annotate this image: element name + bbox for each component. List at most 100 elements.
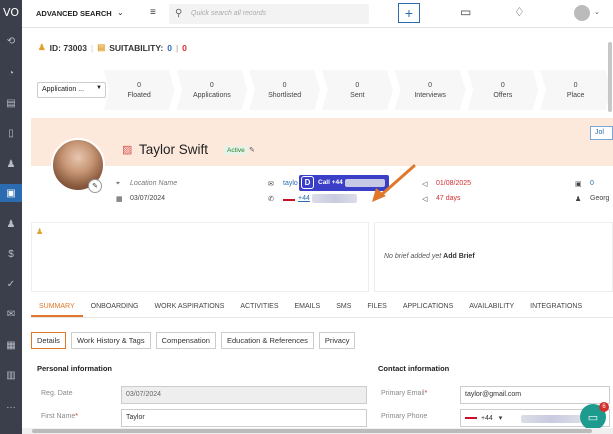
- subtab-work-history[interactable]: Work History & Tags: [70, 332, 151, 349]
- application-select-value: Application ...: [42, 86, 85, 93]
- stage-sent[interactable]: 0 Sent: [322, 70, 393, 110]
- tab-availability[interactable]: AVAILABILITY: [461, 298, 522, 317]
- person-icon: ♟: [575, 196, 582, 203]
- suitability-value-b[interactable]: 0: [182, 43, 187, 53]
- user-avatar[interactable]: [574, 5, 590, 21]
- check-circle-icon[interactable]: ✓: [0, 275, 22, 293]
- scroll-thumb[interactable]: [608, 42, 612, 112]
- person-icon: ♟: [38, 42, 46, 52]
- app-logo[interactable]: VO: [0, 2, 22, 22]
- available-date: 01/08/2025: [436, 180, 472, 187]
- horizontal-scrollbar[interactable]: [22, 428, 613, 434]
- primary-email-field[interactable]: taylor@gmail.com: [460, 386, 610, 404]
- stage-count: 0: [500, 81, 505, 89]
- tab-onboarding[interactable]: ONBOARDING: [83, 298, 147, 317]
- stage-applications[interactable]: 0 Applications: [176, 70, 248, 110]
- tab-work-aspirations[interactable]: WORK ASPIRATIONS: [147, 298, 233, 317]
- call-label: Call +44: [318, 179, 343, 186]
- add-button[interactable]: +: [398, 3, 420, 23]
- subtab-compensation[interactable]: Compensation: [155, 332, 216, 349]
- stage-placed[interactable]: 0 Place: [540, 70, 611, 110]
- document-icon[interactable]: ▯: [0, 124, 22, 142]
- tab-integrations[interactable]: INTEGRATIONS: [522, 298, 590, 317]
- calendar-icon[interactable]: ▦: [0, 336, 22, 354]
- primary-phone-label: Primary Phone: [381, 413, 428, 420]
- filter-icon[interactable]: ≡: [150, 7, 156, 18]
- app-root: VO ⟲ ◔ ▤ ▯ ♟ ▣ ♟ $ ✓ ✉ ▦ ▥ … ADVANCED SE…: [0, 0, 613, 434]
- divider: |: [175, 42, 179, 53]
- briefcase-icon: ▣: [575, 181, 582, 188]
- chevron-down-icon[interactable]: ⌄: [117, 8, 124, 17]
- tab-activities[interactable]: ACTIVITIES: [232, 298, 286, 317]
- location-name: Location Name: [130, 180, 178, 187]
- tab-emails[interactable]: EMAILS: [287, 298, 329, 317]
- uk-flag-icon: [283, 196, 295, 204]
- briefcase-icon[interactable]: ▣: [0, 184, 22, 202]
- phone-link[interactable]: +44: [298, 195, 310, 202]
- search-input[interactable]: ⚲ Quick search all records: [169, 4, 369, 24]
- redacted-phone: [312, 194, 357, 203]
- record-id: ID: 73003: [49, 42, 87, 53]
- record-tabs: SUMMARY ONBOARDING WORK ASPIRATIONS ACTI…: [31, 298, 613, 318]
- person-icon[interactable]: ♟: [0, 215, 22, 233]
- history-icon[interactable]: ⟲: [0, 32, 22, 50]
- subtab-privacy[interactable]: Privacy: [318, 332, 356, 349]
- tab-applications[interactable]: APPLICATIONS: [395, 298, 461, 317]
- edit-status-icon[interactable]: ✎: [249, 146, 255, 154]
- tab-files[interactable]: FILES: [359, 298, 394, 317]
- mail-icon[interactable]: ✉: [0, 305, 22, 323]
- scroll-thumb[interactable]: [32, 429, 592, 433]
- clipboard-icon: ▤: [97, 42, 106, 52]
- created-date: 03/07/2024: [130, 195, 166, 202]
- tab-summary[interactable]: SUMMARY: [31, 298, 83, 317]
- stage-label: Interviews: [414, 91, 446, 99]
- stage-floated[interactable]: 0 Floated: [103, 70, 175, 110]
- first-name-label: First Name*: [41, 413, 78, 420]
- bell-icon[interactable]: ♢: [514, 5, 525, 19]
- suitability-value-a[interactable]: 0: [167, 43, 172, 53]
- record-id-bar: ♟ ID: 73003 | ▤ SUITABILITY: 0 | 0: [38, 42, 187, 53]
- stage-label: Sent: [350, 91, 365, 99]
- chevron-down-icon: ▼: [96, 85, 102, 91]
- stage-count: 0: [428, 81, 433, 89]
- stage-count: 0: [573, 81, 578, 89]
- required-marker: *: [424, 390, 428, 397]
- add-brief-link[interactable]: Add Brief: [443, 253, 475, 260]
- edit-photo-icon[interactable]: ✎: [88, 179, 102, 193]
- status-badge: Active: [224, 146, 248, 155]
- dollar-icon[interactable]: $: [0, 245, 22, 263]
- tab-sms[interactable]: SMS: [328, 298, 359, 317]
- email-link[interactable]: taylo: [283, 180, 298, 187]
- primary-email-label: Primary Email*: [381, 390, 427, 397]
- chart-icon[interactable]: ▥: [0, 366, 22, 384]
- advanced-search-button[interactable]: ADVANCED SEARCH: [36, 9, 112, 18]
- cv-file-icon[interactable]: ▨: [122, 143, 132, 156]
- brief-text: No brief added yet Add Brief: [384, 253, 475, 260]
- more-icon[interactable]: …: [0, 396, 22, 414]
- people-icon[interactable]: ♟: [0, 155, 22, 173]
- subtab-details[interactable]: Details: [31, 332, 66, 349]
- megaphone-icon: ◁: [422, 196, 428, 203]
- suitability-label: SUITABILITY:: [109, 42, 164, 53]
- first-name-field[interactable]: Taylor: [121, 409, 367, 427]
- location-icon: ⌖: [116, 180, 120, 187]
- chevron-down-icon[interactable]: ⌄: [594, 8, 600, 16]
- stage-shortlisted[interactable]: 0 Shortlisted: [249, 70, 320, 110]
- stage-label: Applications: [193, 91, 231, 99]
- megaphone-icon: ◁: [422, 181, 428, 188]
- jobs-count[interactable]: 0: [590, 180, 594, 187]
- first-name-label-text: First Name: [41, 413, 76, 420]
- phone-code: +44: [480, 415, 493, 422]
- stage-offers[interactable]: 0 Offers: [467, 70, 539, 110]
- stage-interviews[interactable]: 0 Interviews: [394, 70, 466, 110]
- clipboard-icon[interactable]: ▤: [0, 94, 22, 112]
- chevron-down-icon[interactable]: ▾: [499, 415, 503, 422]
- sidebar: VO ⟲ ◔ ▤ ▯ ♟ ▣ ♟ $ ✓ ✉ ▦ ▥ …: [0, 0, 22, 434]
- divider: |: [90, 42, 94, 53]
- dashboard-icon[interactable]: ◔: [0, 64, 22, 82]
- message-icon[interactable]: ▭: [460, 5, 471, 19]
- subtab-education[interactable]: Education & References: [220, 332, 314, 349]
- application-select[interactable]: Application ... ▼: [37, 82, 106, 98]
- redacted-phone: [521, 415, 581, 423]
- vertical-scrollbar[interactable]: [606, 30, 613, 428]
